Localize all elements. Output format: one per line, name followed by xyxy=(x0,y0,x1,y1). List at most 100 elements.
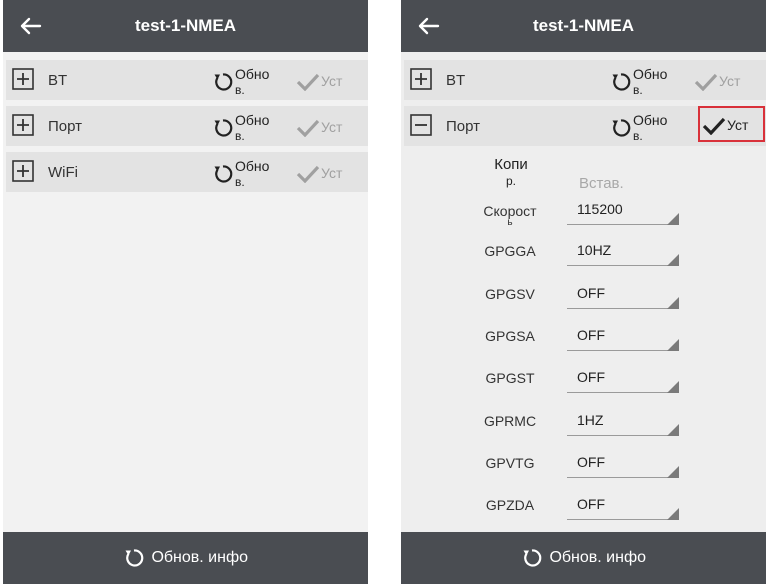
copy-label-line1: Копи xyxy=(494,156,528,173)
dropdown-triangle-icon xyxy=(667,213,679,225)
set-label: Уст xyxy=(719,73,741,89)
select-underline xyxy=(567,392,679,393)
right-screen: test-1-NMEA BT Обно в. Уст Порт Обно в. … xyxy=(401,0,766,584)
gpgsv-select[interactable]: OFF xyxy=(567,279,679,313)
section-label: Порт xyxy=(48,118,83,135)
dropdown-triangle-icon xyxy=(667,424,679,436)
set-label: Уст xyxy=(321,165,343,181)
section-row-bt: BT Обно в. Уст xyxy=(404,60,766,100)
title-bar: test-1-NMEA xyxy=(3,0,368,52)
refresh-label-line1: Обно xyxy=(235,158,270,174)
gprmc-value: 1HZ xyxy=(577,412,604,428)
section-row-port: Порт Обно в. Уст xyxy=(404,106,766,146)
refresh-info-label: Обнов. инфо xyxy=(151,549,249,566)
param-label-speed: Скорост ь xyxy=(465,203,555,228)
refresh-label-line2: в. xyxy=(235,175,245,189)
plus-box-icon[interactable] xyxy=(12,68,34,90)
refresh-icon xyxy=(612,119,631,137)
page-title: test-1-NMEA xyxy=(532,16,635,35)
plus-box-icon[interactable] xyxy=(410,68,432,90)
param-label-gpvtg: GPVTG xyxy=(485,455,535,471)
section-row-port: Порт Обно в. Уст xyxy=(6,106,368,146)
section-label: WiFi xyxy=(48,164,78,181)
set-label: Уст xyxy=(727,117,749,133)
set-button[interactable]: Уст xyxy=(296,154,366,190)
refresh-label-line1: Обно xyxy=(633,66,668,82)
select-underline xyxy=(567,350,679,351)
refresh-icon xyxy=(523,549,542,567)
gpgga-select[interactable]: 10HZ xyxy=(567,236,679,270)
copy-button[interactable]: Копи р. xyxy=(481,156,541,188)
section-label: BT xyxy=(48,72,68,89)
gpzda-select[interactable]: OFF xyxy=(567,490,679,524)
minus-box-icon[interactable] xyxy=(410,114,432,136)
section-label: Порт xyxy=(446,118,481,135)
param-label-gpzda: GPZDA xyxy=(485,497,535,513)
checkmark-icon xyxy=(296,73,320,91)
paste-button[interactable]: Встав. xyxy=(579,175,624,192)
gpzda-value: OFF xyxy=(577,496,605,512)
plus-box-icon[interactable] xyxy=(12,160,34,182)
param-label-gpgsv: GPGSV xyxy=(485,286,535,302)
page-title: test-1-NMEA xyxy=(134,16,237,35)
param-label-gpgsa: GPGSA xyxy=(485,328,535,344)
set-label: Уст xyxy=(321,119,343,135)
param-label-gprmc: GPRMC xyxy=(483,413,537,429)
dropdown-triangle-icon xyxy=(667,297,679,309)
refresh-icon xyxy=(612,73,631,91)
refresh-button[interactable]: Обно в. xyxy=(212,62,292,98)
gpgst-select[interactable]: OFF xyxy=(567,363,679,397)
select-underline xyxy=(567,519,679,520)
set-label: Уст xyxy=(321,73,343,89)
gpvtg-select[interactable]: OFF xyxy=(567,448,679,482)
speed-value: 115200 xyxy=(577,201,623,217)
refresh-info-button[interactable]: Обнов. инфо xyxy=(401,532,766,584)
refresh-icon xyxy=(214,73,233,91)
select-underline xyxy=(567,308,679,309)
set-button[interactable]: Уст xyxy=(296,108,366,144)
refresh-button[interactable]: Обно в. xyxy=(212,108,292,144)
gpgga-value: 10HZ xyxy=(577,242,612,258)
refresh-label-line1: Обно xyxy=(235,112,270,128)
checkmark-icon xyxy=(702,117,726,135)
select-underline xyxy=(567,265,679,266)
gpgsv-value: OFF xyxy=(577,285,605,301)
refresh-button[interactable]: Обно в. xyxy=(610,108,690,144)
gpgsa-value: OFF xyxy=(577,327,605,343)
refresh-button[interactable]: Обно в. xyxy=(610,62,690,98)
copy-label-line2: р. xyxy=(505,174,516,188)
refresh-icon xyxy=(214,165,233,183)
plus-box-icon[interactable] xyxy=(12,114,34,136)
dropdown-triangle-icon xyxy=(667,466,679,478)
section-row-wifi: WiFi Обно в. Уст xyxy=(6,152,368,192)
set-button[interactable]: Уст xyxy=(698,106,765,142)
refresh-label-line2: в. xyxy=(633,129,643,143)
checkmark-icon xyxy=(296,119,320,137)
dropdown-triangle-icon xyxy=(667,254,679,266)
refresh-label-line1: Обно xyxy=(633,112,668,128)
checkmark-icon xyxy=(296,165,320,183)
refresh-label-line2: в. xyxy=(633,83,643,97)
param-label-gpgga: GPGGA xyxy=(484,243,536,259)
set-button[interactable]: Уст xyxy=(694,62,764,98)
select-underline xyxy=(567,435,679,436)
speed-label-line2: ь xyxy=(507,217,513,228)
gprmc-select[interactable]: 1HZ xyxy=(567,406,679,440)
select-underline xyxy=(567,477,679,478)
refresh-label-line2: в. xyxy=(235,83,245,97)
refresh-info-button[interactable]: Обнов. инфо xyxy=(3,532,368,584)
select-underline xyxy=(567,224,679,225)
refresh-button[interactable]: Обно в. xyxy=(212,154,292,190)
section-row-bt: BT Обно в. Уст xyxy=(6,60,368,100)
set-button[interactable]: Уст xyxy=(296,62,366,98)
speed-select[interactable]: 115200 xyxy=(567,195,679,229)
refresh-label-line2: в. xyxy=(235,129,245,143)
refresh-info-label: Обнов. инфо xyxy=(549,549,647,566)
gpgsa-select[interactable]: OFF xyxy=(567,321,679,355)
refresh-icon xyxy=(125,549,144,567)
refresh-icon xyxy=(214,119,233,137)
checkmark-icon xyxy=(694,73,718,91)
gpvtg-value: OFF xyxy=(577,454,605,470)
param-label-gpgst: GPGST xyxy=(485,370,535,386)
dropdown-triangle-icon xyxy=(667,508,679,520)
